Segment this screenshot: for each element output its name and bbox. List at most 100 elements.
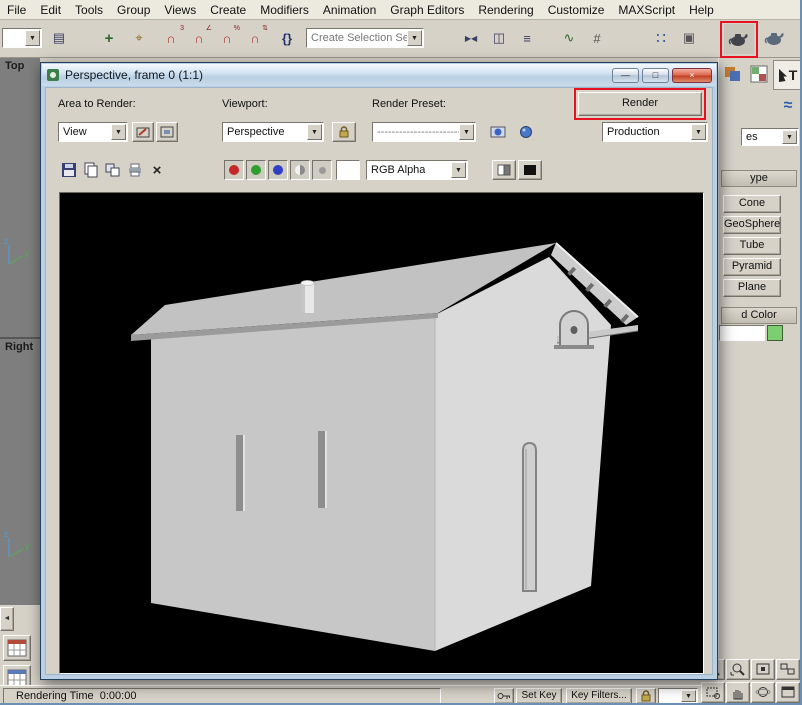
background-color-swatch[interactable] bbox=[336, 160, 360, 180]
combo-arrow-icon[interactable]: ▼ bbox=[25, 30, 40, 46]
clone-window-icon[interactable] bbox=[103, 160, 123, 180]
curve-editor-icon[interactable]: ∿ bbox=[556, 25, 582, 51]
named-selection-sets-icon[interactable]: {} bbox=[274, 25, 300, 51]
modify-panel-tab-icon[interactable] bbox=[747, 62, 771, 86]
named-selection-set-combo[interactable]: Create Selection Set ▼ bbox=[306, 28, 424, 48]
combo-arrow-icon[interactable]: ▼ bbox=[307, 124, 322, 140]
set-key-button[interactable]: Set Key bbox=[516, 688, 562, 704]
maximize-button[interactable]: □ bbox=[642, 68, 669, 83]
object-type-rollout-header[interactable]: ype bbox=[721, 170, 797, 187]
select-by-name-icon[interactable]: ▤ bbox=[46, 25, 72, 51]
render-mode-combo[interactable]: Production ▼ bbox=[602, 122, 708, 142]
select-and-manipulate-icon[interactable]: + bbox=[96, 25, 122, 51]
menu-item-customize[interactable]: Customize bbox=[541, 1, 612, 19]
viewport-top[interactable]: Top z y bbox=[0, 58, 40, 337]
blue-channel-toggle[interactable] bbox=[268, 160, 288, 180]
combo-arrow-icon[interactable]: ▼ bbox=[691, 124, 706, 140]
key-filters-button[interactable]: Key Filters... bbox=[566, 688, 632, 704]
snap-percent-icon[interactable]: ∩ % bbox=[214, 25, 240, 51]
arc-rotate-icon[interactable] bbox=[751, 682, 775, 703]
menu-item-help[interactable]: Help bbox=[682, 1, 721, 19]
schematic-view-icon[interactable]: # bbox=[584, 25, 610, 51]
object-color-swatch[interactable] bbox=[767, 325, 783, 341]
hand-icon bbox=[730, 686, 746, 700]
menu-item-rendering[interactable]: Rendering bbox=[471, 1, 540, 19]
minimize-button[interactable]: — bbox=[612, 68, 639, 83]
combo-arrow-icon[interactable]: ▼ bbox=[407, 30, 422, 46]
zoom-all-icon[interactable] bbox=[726, 659, 750, 680]
print-image-icon[interactable] bbox=[125, 160, 145, 180]
menu-item-maxscript[interactable]: MAXScript bbox=[611, 1, 682, 19]
zoom-extents-all-icon[interactable] bbox=[776, 659, 800, 680]
auto-region-icon[interactable] bbox=[156, 122, 178, 142]
select-object-icon[interactable]: ⌖ bbox=[126, 25, 152, 51]
primitive-category-combo[interactable]: es ▼ bbox=[741, 128, 799, 146]
render-button[interactable]: Render bbox=[578, 92, 702, 116]
copy-image-icon[interactable] bbox=[81, 160, 101, 180]
menu-item-views[interactable]: Views bbox=[157, 1, 203, 19]
align-icon[interactable]: ◫ bbox=[486, 25, 512, 51]
layer-manager-icon[interactable]: ≡ bbox=[514, 25, 540, 51]
spacewarps-category-icon[interactable]: ≈ bbox=[777, 96, 799, 116]
plane-button[interactable]: Plane bbox=[723, 279, 781, 297]
menu-item-graph-editors[interactable]: Graph Editors bbox=[383, 1, 471, 19]
green-channel-toggle[interactable] bbox=[246, 160, 266, 180]
combo-arrow-icon[interactable]: ▼ bbox=[782, 130, 797, 144]
arrow-t-icon[interactable]: T bbox=[773, 60, 801, 90]
pyramid-button[interactable]: Pyramid bbox=[723, 258, 781, 276]
viewport-combo[interactable]: Perspective ▼ bbox=[222, 122, 324, 142]
split-channel-icon[interactable] bbox=[492, 160, 516, 180]
menu-item-create[interactable]: Create bbox=[203, 1, 253, 19]
combo-arrow-icon[interactable]: ▼ bbox=[459, 124, 474, 140]
geosphere-button[interactable]: GeoSphere bbox=[723, 216, 781, 234]
menu-item-animation[interactable]: Animation bbox=[316, 1, 383, 19]
selection-filter-combo[interactable]: ▼ bbox=[2, 28, 42, 48]
render-preset-combo[interactable]: ------------------------ ▼ bbox=[372, 122, 476, 142]
save-image-icon[interactable] bbox=[59, 160, 79, 180]
clear-image-icon[interactable]: × bbox=[147, 160, 167, 180]
rendered-frame-window-icon[interactable]: ▣ bbox=[676, 25, 702, 51]
menu-item-modifiers[interactable]: Modifiers bbox=[253, 1, 316, 19]
zoom-region-icon[interactable] bbox=[701, 682, 725, 703]
window-titlebar[interactable]: Perspective, frame 0 (1:1) — □ × bbox=[42, 64, 716, 86]
tube-button[interactable]: Tube bbox=[723, 237, 781, 255]
quick-render-icon[interactable] bbox=[762, 25, 788, 51]
mirror-icon[interactable]: ▶◀ bbox=[458, 25, 484, 51]
environment-dialog-icon[interactable] bbox=[514, 122, 538, 142]
viewport-lock-toggle[interactable] bbox=[332, 122, 356, 142]
edit-region-icon[interactable] bbox=[132, 122, 154, 142]
render-setup-dialog-icon[interactable] bbox=[486, 122, 510, 142]
pan-icon[interactable] bbox=[726, 682, 750, 703]
combo-arrow-icon[interactable]: ▼ bbox=[451, 162, 466, 178]
alpha-channel-toggle[interactable] bbox=[312, 160, 332, 180]
viewport-right[interactable]: Right z y bbox=[0, 339, 40, 605]
create-panel-tab-icon[interactable] bbox=[721, 62, 745, 86]
name-color-rollout-header[interactable]: d Color bbox=[721, 307, 797, 324]
cone-button[interactable]: Cone bbox=[723, 195, 781, 213]
snap-3d-icon[interactable]: ∩ 3 bbox=[158, 25, 184, 51]
zoom-extents-icon[interactable] bbox=[751, 659, 775, 680]
maximize-viewport-icon[interactable] bbox=[776, 682, 800, 703]
menu-item-file[interactable]: File bbox=[0, 1, 33, 19]
selection-lock-toggle[interactable] bbox=[636, 688, 656, 704]
object-name-field[interactable] bbox=[719, 325, 765, 341]
close-button[interactable]: × bbox=[672, 68, 712, 83]
set-key-toggle[interactable] bbox=[494, 688, 514, 704]
channel-display-combo[interactable]: RGB Alpha ▼ bbox=[366, 160, 468, 180]
area-to-render-combo[interactable]: View ▼ bbox=[58, 122, 128, 142]
snap-spinner-icon[interactable]: ∩ ⇅ bbox=[242, 25, 268, 51]
combo-arrow-icon[interactable]: ▼ bbox=[681, 690, 696, 702]
render-setup-icon[interactable] bbox=[724, 24, 754, 54]
menu-item-tools[interactable]: Tools bbox=[68, 1, 110, 19]
menu-item-edit[interactable]: Edit bbox=[33, 1, 68, 19]
monochrome-toggle[interactable] bbox=[290, 160, 310, 180]
splitter-arrow-button[interactable]: ◄ bbox=[0, 607, 14, 631]
menu-item-group[interactable]: Group bbox=[110, 1, 157, 19]
mini-curve-editor-icon[interactable] bbox=[3, 635, 31, 661]
combo-arrow-icon[interactable]: ▼ bbox=[111, 124, 126, 140]
snap-angle-icon[interactable]: ∩ ∠ bbox=[186, 25, 212, 51]
material-editor-icon[interactable]: ∷ bbox=[648, 25, 674, 51]
toggle-ui-icon[interactable] bbox=[518, 160, 542, 180]
red-channel-toggle[interactable] bbox=[224, 160, 244, 180]
time-field-combo[interactable]: ▼ bbox=[658, 688, 698, 704]
